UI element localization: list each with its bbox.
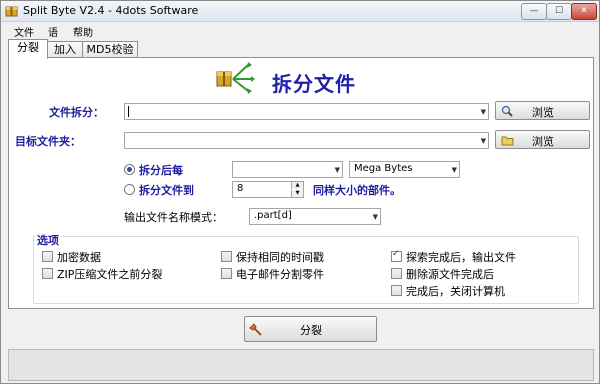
stepper-up-icon[interactable]: ▲: [291, 182, 303, 189]
maximize-button[interactable]: ☐: [546, 3, 572, 20]
window-title: Split Byte V2.4 - 4dots Software: [23, 4, 199, 17]
explore-output-checkbox[interactable]: [391, 249, 402, 262]
target-folder-label: 目标文件夹：: [15, 135, 81, 148]
encrypt-label: 加密数据: [57, 251, 101, 264]
folder-icon: [501, 136, 514, 146]
output-mode-value: .part[d]: [254, 210, 292, 221]
shutdown-checkbox[interactable]: [391, 285, 402, 296]
app-window: Split Byte V2.4 - 4dots Software — ☐ ✕ 文…: [0, 0, 600, 384]
menu-help[interactable]: 帮助: [73, 24, 93, 39]
shutdown-label: 完成后，关闭计算机: [406, 285, 505, 298]
split-panel: 拆分文件 文件拆分： ▼ 浏览 目标文件夹： ▼ 浏览 拆分后每 ▼ Mega …: [8, 57, 594, 309]
package-icon: [5, 6, 18, 17]
options-title: 选项: [35, 232, 61, 248]
split-package-icon: [216, 62, 255, 94]
split-count-label: 拆分文件到: [139, 184, 194, 197]
output-mode-label: 输出文件名称模式：: [124, 211, 223, 224]
output-mode-select[interactable]: .part[d] ▼: [249, 208, 381, 225]
email-parts-checkbox[interactable]: [221, 268, 232, 279]
menu-language[interactable]: 语: [48, 24, 58, 39]
file-to-split-input[interactable]: ▼: [124, 103, 489, 120]
zip-checkbox[interactable]: [42, 268, 53, 279]
chevron-down-icon: ▼: [451, 166, 457, 174]
minimize-button[interactable]: —: [521, 3, 547, 20]
split-count-radio[interactable]: [124, 184, 135, 195]
file-to-split-label: 文件拆分：: [49, 106, 104, 119]
split-each-radio[interactable]: [124, 164, 135, 175]
split-button-label: 分裂: [300, 324, 322, 337]
title-bar: Split Byte V2.4 - 4dots Software — ☐ ✕: [1, 1, 599, 22]
magnifier-icon: [501, 105, 513, 117]
text-caret: [128, 106, 129, 117]
browse-file-button[interactable]: 浏览: [495, 101, 590, 120]
delete-source-checkbox[interactable]: [391, 268, 402, 279]
chevron-down-icon: ▼: [480, 137, 486, 145]
split-count-stepper[interactable]: 8 ▲ ▼: [232, 181, 304, 198]
zip-label: ZIP压缩文件之前分裂: [57, 268, 163, 281]
tab-md5[interactable]: MD5校验: [82, 41, 138, 58]
size-unit-select[interactable]: Mega Bytes ▼: [349, 161, 460, 178]
page-title: 拆分文件: [272, 72, 356, 96]
close-button[interactable]: ✕: [571, 3, 597, 20]
split-size-input[interactable]: ▼: [232, 161, 343, 178]
browse-folder-label: 浏览: [532, 135, 554, 148]
split-count-value: 8: [237, 183, 244, 194]
encrypt-checkbox[interactable]: [42, 251, 53, 262]
menu-bar: 文件 语 帮助: [1, 22, 599, 39]
email-parts-label: 电子邮件分割零件: [236, 268, 324, 281]
target-folder-input[interactable]: ▼: [124, 132, 489, 149]
explore-output-label: 探索完成后，输出文件: [406, 251, 516, 264]
minimize-icon: —: [529, 6, 539, 16]
keep-timestamp-label: 保持相同的时间戳: [236, 251, 324, 264]
browse-file-label: 浏览: [532, 106, 554, 119]
size-unit-value: Mega Bytes: [354, 163, 413, 174]
maximize-icon: ☐: [554, 6, 564, 16]
chevron-down-icon: ▼: [372, 213, 378, 221]
split-button[interactable]: 分裂: [244, 316, 377, 342]
menu-file[interactable]: 文件: [14, 24, 34, 39]
chevron-down-icon: ▼: [334, 166, 340, 174]
stepper-down-icon[interactable]: ▼: [291, 190, 303, 197]
delete-source-label: 删除源文件完成后: [406, 268, 494, 281]
same-size-label: 同样大小的部件。: [313, 184, 401, 197]
tab-join[interactable]: 加入: [46, 41, 84, 58]
close-icon: ✕: [580, 6, 588, 16]
status-bar: [8, 349, 594, 381]
axe-icon: [249, 323, 262, 336]
keep-timestamp-checkbox[interactable]: [221, 251, 232, 262]
split-each-label: 拆分后每: [139, 164, 183, 177]
chevron-down-icon: ▼: [480, 108, 486, 116]
tab-split[interactable]: 分裂: [8, 39, 48, 59]
browse-folder-button[interactable]: 浏览: [495, 130, 590, 149]
